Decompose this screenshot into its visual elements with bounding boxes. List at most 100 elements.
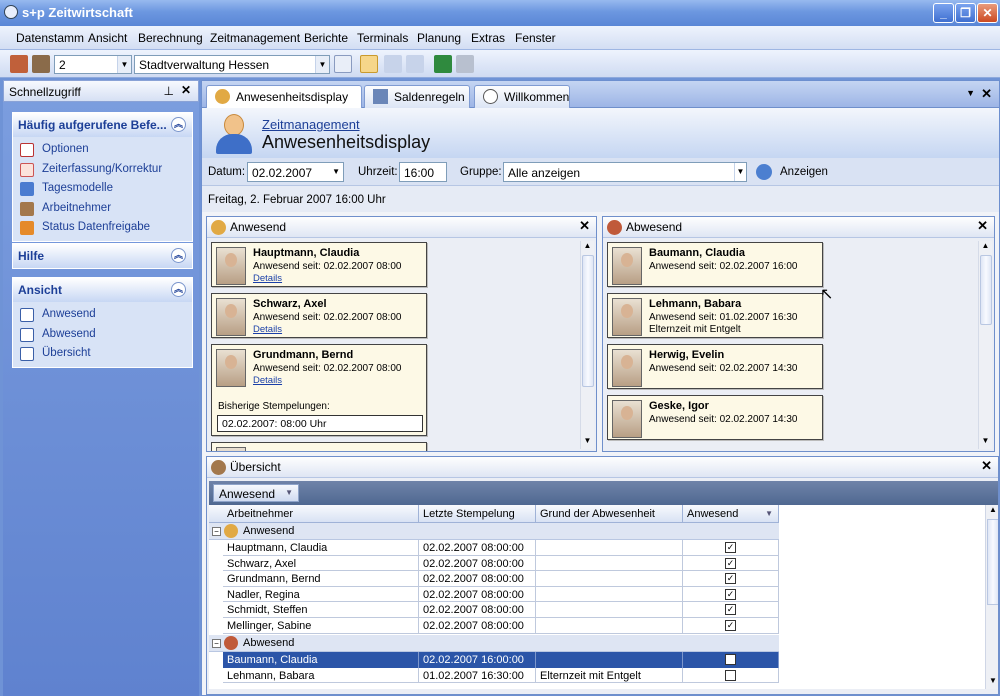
scroll-thumb[interactable]	[582, 255, 594, 387]
sidebar-item-anwesend[interactable]: Anwesend	[13, 305, 192, 325]
collapse-icon[interactable]: ︽	[171, 117, 186, 132]
sidebar-item-zeiterfassung[interactable]: Zeiterfassung/Korrektur	[13, 160, 192, 180]
table-row[interactable]: Grundmann, Bernd 02.02.2007 08:00:00 ✓	[223, 571, 779, 587]
table-row[interactable]: Hauptmann, Claudia 02.02.2007 08:00:00 ✓	[223, 540, 779, 556]
copy-icon[interactable]	[406, 55, 424, 73]
book-icon[interactable]	[10, 55, 28, 73]
table-row[interactable]: Baumann, Claudia 02.02.2007 16:00:00	[223, 652, 779, 668]
menu-terminals[interactable]: Terminals	[357, 31, 408, 45]
employee-card[interactable]: Schwarz, Axel Anwesend seit: 02.02.2007 …	[211, 293, 427, 338]
menu-berichte[interactable]: Berichte	[304, 31, 348, 45]
chevron-down-icon[interactable]: ▼	[581, 436, 594, 449]
collapse-icon[interactable]: −	[212, 639, 221, 648]
close-icon[interactable]: ✕	[181, 83, 191, 97]
column-header-letzte-stempelung[interactable]: Letzte Stempelung	[419, 505, 536, 523]
close-icon[interactable]: ✕	[981, 458, 992, 474]
table-row[interactable]: Lehmann, Babara 01.02.2007 16:30:00 Eltern…	[223, 667, 779, 684]
group-by-button[interactable]: Anwesend ▼	[213, 484, 299, 502]
sidebar-item-uebersicht[interactable]: Übersicht	[13, 344, 192, 364]
sidebar-item-tagesmodelle[interactable]: Tagesmodelle	[13, 179, 192, 199]
sidebar-item-optionen[interactable]: Optionen	[13, 140, 192, 160]
details-link[interactable]: Details	[253, 324, 282, 335]
column-header-anwesend[interactable]: Anwesend ▼	[683, 505, 779, 523]
window-icon[interactable]	[360, 55, 378, 73]
menu-berechnung[interactable]: Berechnung	[138, 31, 203, 45]
table-row[interactable]: Schwarz, Axel 02.02.2007 08:00:00 ✓	[223, 555, 779, 572]
minimize-button[interactable]: _	[933, 3, 954, 23]
employee-card[interactable]: Grundmann, Bernd Anwesend seit: 02.02.20…	[211, 344, 427, 436]
employee-card[interactable]: Baumann, Claudia Anwesend seit: 02.02.20…	[607, 242, 823, 287]
menu-extras[interactable]: Extras	[471, 31, 505, 45]
table-row[interactable]: Schmidt, Steffen 02.02.2007 08:00:00 ✓	[223, 602, 779, 618]
menu-planung[interactable]: Planung	[417, 31, 461, 45]
collapse-icon[interactable]: −	[212, 527, 221, 536]
present-checkbox[interactable]: ✓	[725, 604, 736, 616]
group-row-abwesend[interactable]: − Abwesend	[209, 635, 779, 652]
employee-card[interactable]: Geske, Igor Anwesend seit: 02.02.2007 14…	[607, 395, 823, 440]
menu-zeitmanagement[interactable]: Zeitmanagement	[210, 31, 300, 45]
details-link[interactable]: Details	[253, 273, 282, 284]
scroll-thumb[interactable]	[987, 519, 998, 605]
menu-ansicht[interactable]: Ansicht	[88, 31, 127, 45]
pin-icon[interactable]: ⊥	[164, 84, 174, 98]
present-checkbox[interactable]: ✓	[725, 542, 736, 553]
close-icon[interactable]: ✕	[977, 218, 988, 234]
checklist-icon[interactable]	[334, 55, 352, 73]
chevron-up-icon[interactable]: ▲	[979, 241, 992, 254]
group-hilfe-header[interactable]: Hilfe ︽	[13, 244, 192, 268]
collapse-icon[interactable]: ︽	[171, 248, 186, 263]
mandant-select[interactable]: 2 ▼	[54, 55, 132, 74]
breadcrumb[interactable]: Zeitmanagement	[262, 117, 360, 132]
menu-datenstamm[interactable]: Datenstamm	[16, 31, 84, 45]
chevron-up-icon[interactable]: ▲	[986, 505, 998, 518]
employee-card[interactable]: Hauptmann, Claudia Anwesend seit: 02.02.…	[211, 242, 427, 287]
sidebar-item-abwesend[interactable]: Abwesend	[13, 325, 192, 345]
employee-card[interactable]: Herwig, Evelin Anwesend seit: 02.02.2007…	[607, 344, 823, 389]
sidebar-item-status-datenfreigabe[interactable]: Status Datenfreigabe	[13, 218, 192, 238]
details-link[interactable]: Details	[253, 375, 282, 386]
present-checkbox[interactable]	[725, 654, 736, 665]
gruppe-select[interactable]: Alle anzeigen ▼	[503, 162, 747, 182]
table-row[interactable]: Mellinger, Sabine 02.02.2007 08:00:00 ✓	[223, 618, 779, 634]
tab-willkommen[interactable]: Willkommen	[474, 85, 570, 108]
present-checkbox[interactable]: ✓	[725, 557, 736, 569]
close-window-button[interactable]: ✕	[977, 3, 998, 23]
collapse-icon[interactable]: ︽	[171, 282, 186, 297]
sidebar-item-arbeitnehmer[interactable]: Arbeitnehmer	[13, 199, 192, 219]
tab-saldenregeln[interactable]: Saldenregeln	[364, 85, 470, 108]
menu-fenster[interactable]: Fenster	[515, 31, 556, 45]
users-icon[interactable]	[32, 55, 50, 73]
chevron-down-icon[interactable]: ▼	[979, 436, 992, 449]
group-row-anwesend[interactable]: − Anwesend	[209, 523, 779, 540]
grid-scrollbar[interactable]: ▲ ▼	[985, 505, 998, 689]
excel-icon[interactable]	[434, 55, 452, 73]
table-row[interactable]: Nadler, Regina 02.02.2007 08:00:00 ✓	[223, 586, 779, 603]
datum-picker[interactable]: 02.02.2007 ▼	[247, 162, 344, 182]
close-icon[interactable]: ✕	[579, 218, 590, 234]
present-checkbox[interactable]: ✓	[725, 588, 736, 600]
present-scrollbar[interactable]: ▲ ▼	[580, 241, 594, 449]
printer-icon[interactable]	[456, 55, 474, 73]
present-checkbox[interactable]: ✓	[725, 620, 736, 631]
tab-list-icon[interactable]: ▼	[966, 88, 975, 98]
employee-card-partial[interactable]	[211, 442, 427, 451]
group-ansicht-header[interactable]: Ansicht ︽	[13, 278, 192, 302]
close-icon[interactable]: ✕	[981, 86, 992, 102]
present-checkbox[interactable]: ✓	[725, 573, 736, 585]
anzeigen-button[interactable]: Anzeigen	[753, 161, 828, 183]
group-frequent-header[interactable]: Häufig aufgerufene Befe... ︽	[13, 113, 192, 137]
employee-card[interactable]: Lehmann, Babara Anwesend seit: 01.02.200…	[607, 293, 823, 338]
column-header-grund[interactable]: Grund der Abwesenheit	[536, 505, 683, 523]
organisation-select[interactable]: Stadtverwaltung Hessen ▼	[134, 55, 330, 74]
tree-icon[interactable]	[384, 55, 402, 73]
column-header-arbeitnehmer[interactable]: Arbeitnehmer	[209, 505, 419, 523]
chevron-up-icon[interactable]: ▲	[581, 241, 594, 254]
absent-scrollbar[interactable]: ▲ ▼	[978, 241, 992, 449]
maximize-button[interactable]: ❐	[955, 3, 976, 23]
cell-present: ✓	[683, 618, 779, 634]
chevron-down-icon[interactable]: ▼	[986, 676, 998, 689]
scroll-thumb[interactable]	[980, 255, 992, 325]
present-checkbox[interactable]	[725, 669, 736, 681]
uhrzeit-input[interactable]: 16:00	[399, 162, 447, 182]
tab-anwesenheitsdisplay[interactable]: Anwesenheitsdisplay	[206, 85, 362, 109]
